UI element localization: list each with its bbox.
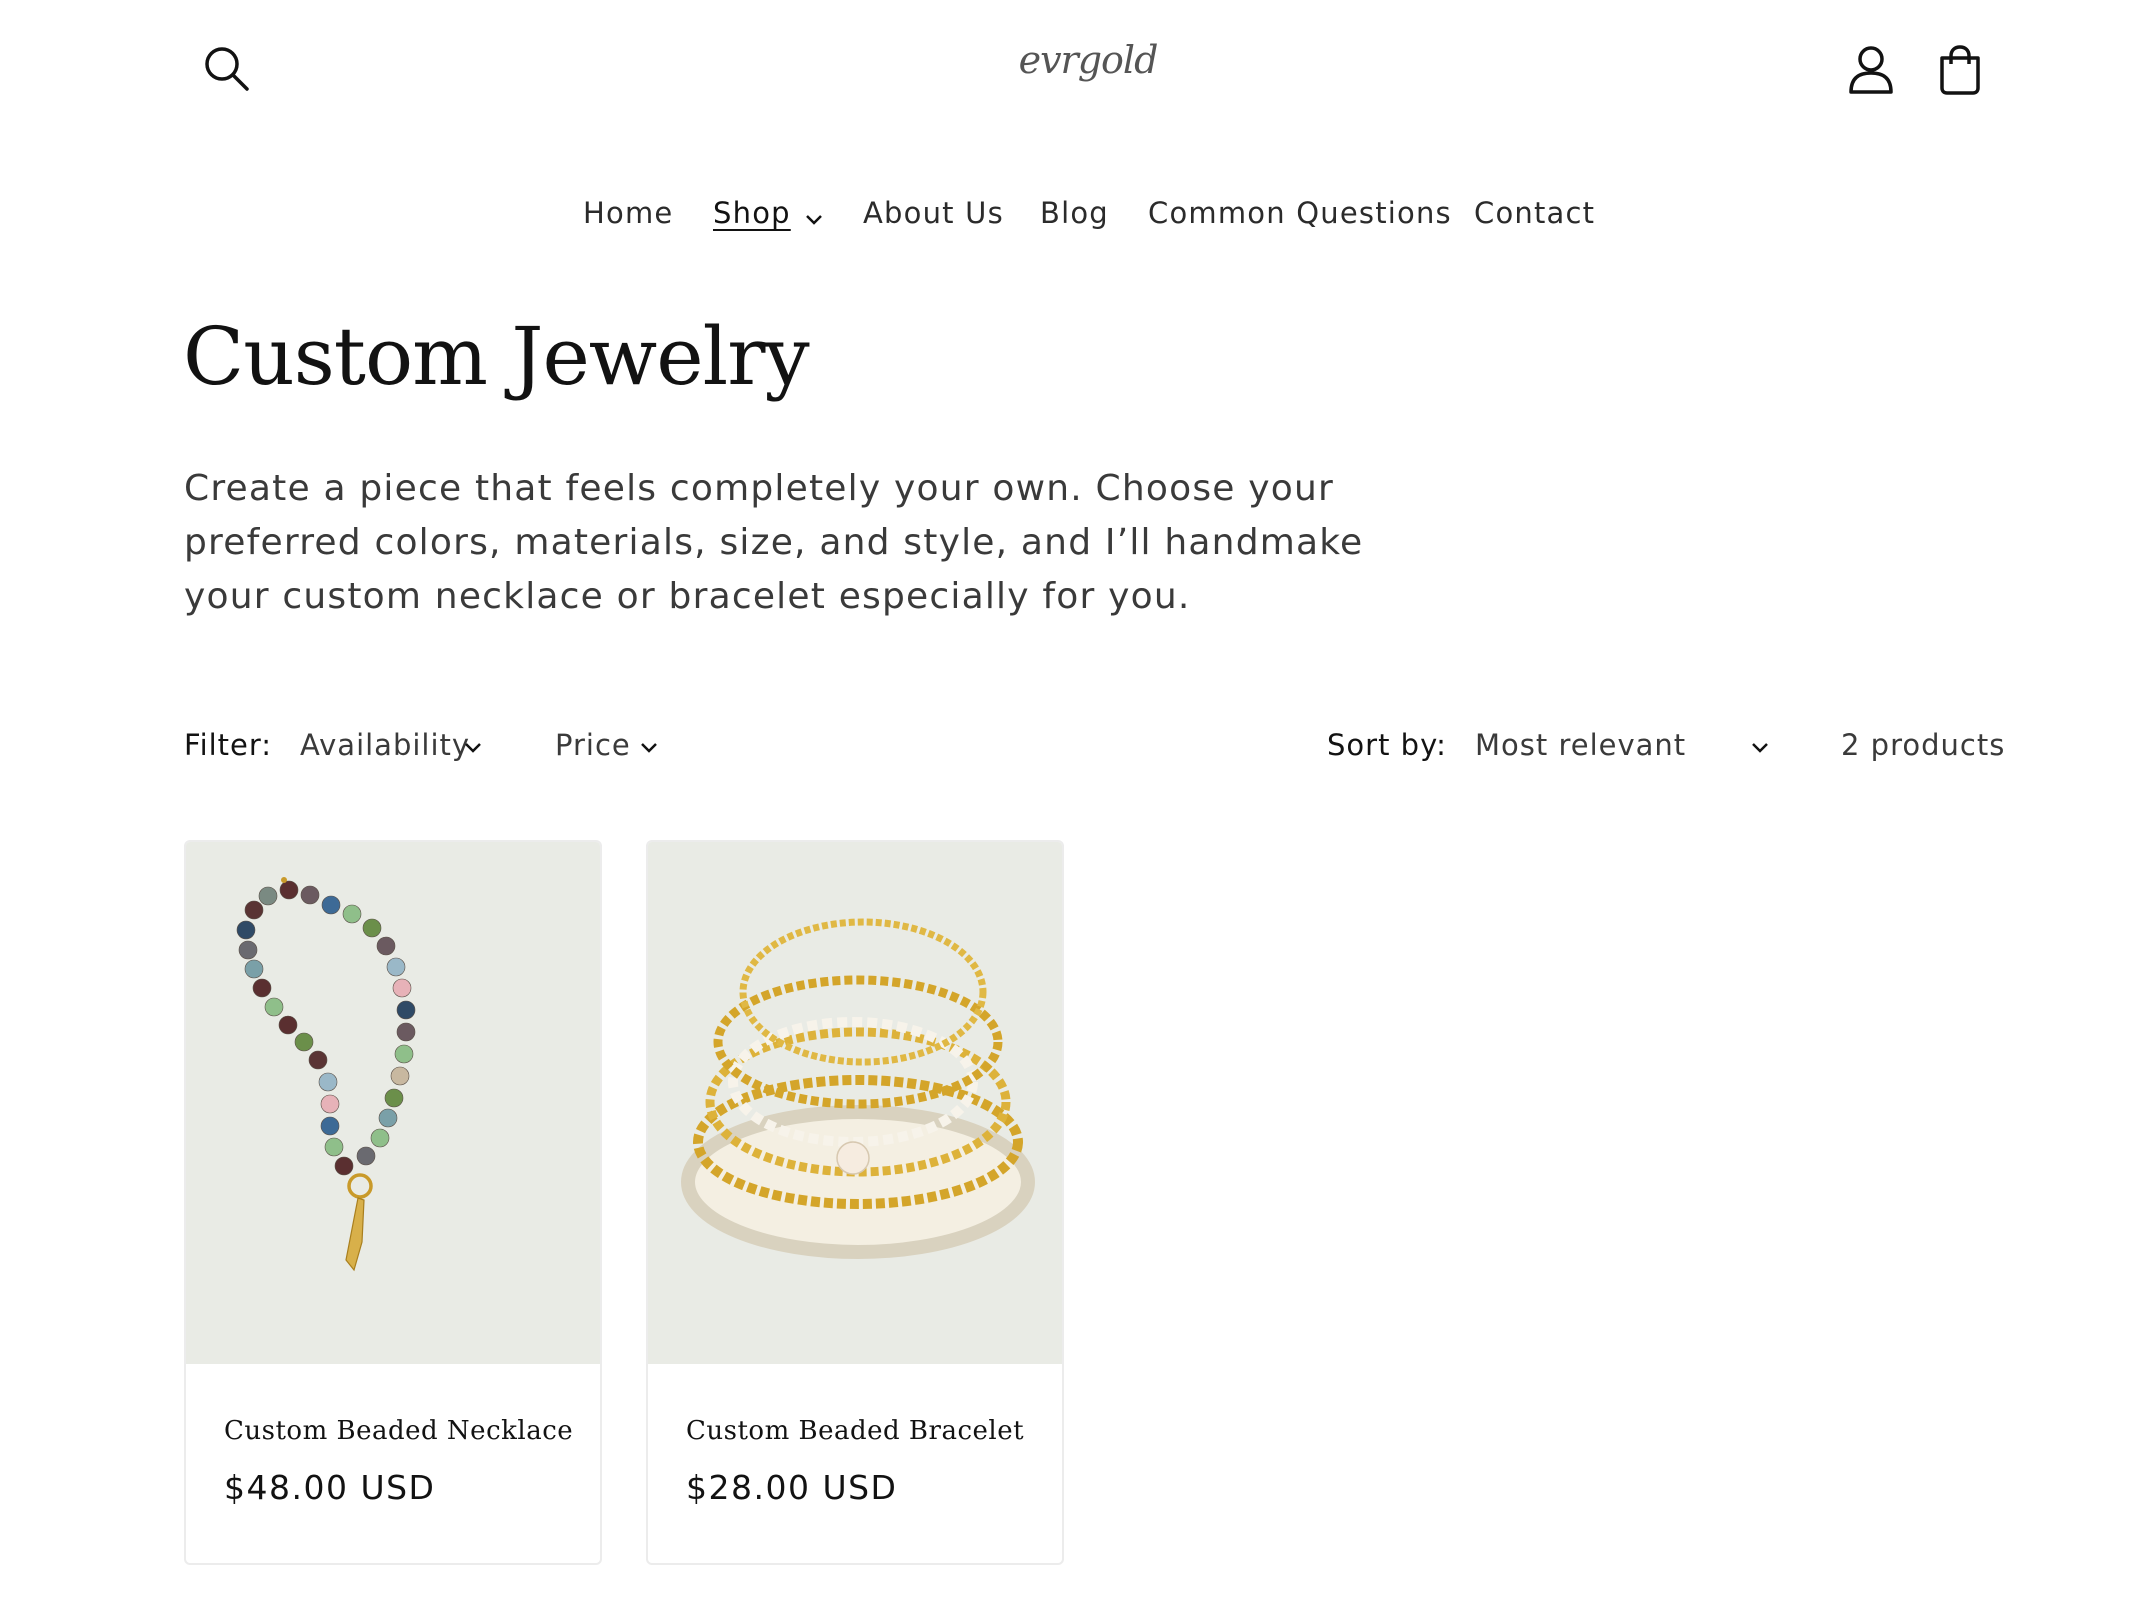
price-filter[interactable]: Price [555, 728, 631, 762]
nav-item-home[interactable]: Home [583, 196, 673, 230]
page-title: Custom Jewelry [183, 310, 810, 403]
nav-item-common-questions[interactable]: Common Questions [1148, 196, 1452, 230]
account-button[interactable] [1847, 44, 1895, 96]
account-icon [1849, 46, 1893, 94]
sort-select[interactable]: Most relevant [1475, 728, 1686, 762]
product-card[interactable]: Custom Beaded Bracelet $28.00 USD [646, 840, 1064, 1565]
cart-button[interactable] [1936, 44, 1984, 96]
store-logo[interactable]: evrgold [993, 38, 1183, 82]
product-card[interactable]: Custom Beaded Necklace $48.00 USD [184, 840, 602, 1565]
chevron-down-icon[interactable] [462, 736, 484, 758]
product-price: $48.00 USD [224, 1468, 436, 1507]
search-button[interactable] [202, 44, 254, 96]
chevron-down-icon[interactable] [1749, 736, 1771, 758]
collection-description: Create a piece that feels completely you… [184, 468, 1364, 617]
nav-item-shop[interactable]: Shop [713, 196, 791, 230]
sort-label: Sort by: [1327, 728, 1447, 762]
product-title[interactable]: Custom Beaded Bracelet [686, 1416, 1024, 1446]
availability-filter[interactable]: Availability [300, 728, 470, 762]
main-navigation: Home Shop About Us Blog Common Questions… [0, 196, 2138, 238]
nav-item-blog[interactable]: Blog [1040, 196, 1109, 230]
cart-icon [1940, 45, 1980, 95]
chevron-down-icon[interactable] [803, 208, 825, 230]
search-icon [205, 47, 249, 91]
nav-item-contact[interactable]: Contact [1474, 196, 1595, 230]
product-price: $28.00 USD [686, 1468, 898, 1507]
product-image-necklace[interactable] [186, 842, 600, 1364]
product-image-bracelet[interactable] [648, 842, 1062, 1364]
chevron-down-icon[interactable] [638, 736, 660, 758]
nav-item-about-us[interactable]: About Us [863, 196, 1004, 230]
product-count: 2 products [1841, 728, 2006, 762]
filter-label: Filter: [184, 728, 273, 762]
product-title[interactable]: Custom Beaded Necklace [224, 1416, 573, 1446]
